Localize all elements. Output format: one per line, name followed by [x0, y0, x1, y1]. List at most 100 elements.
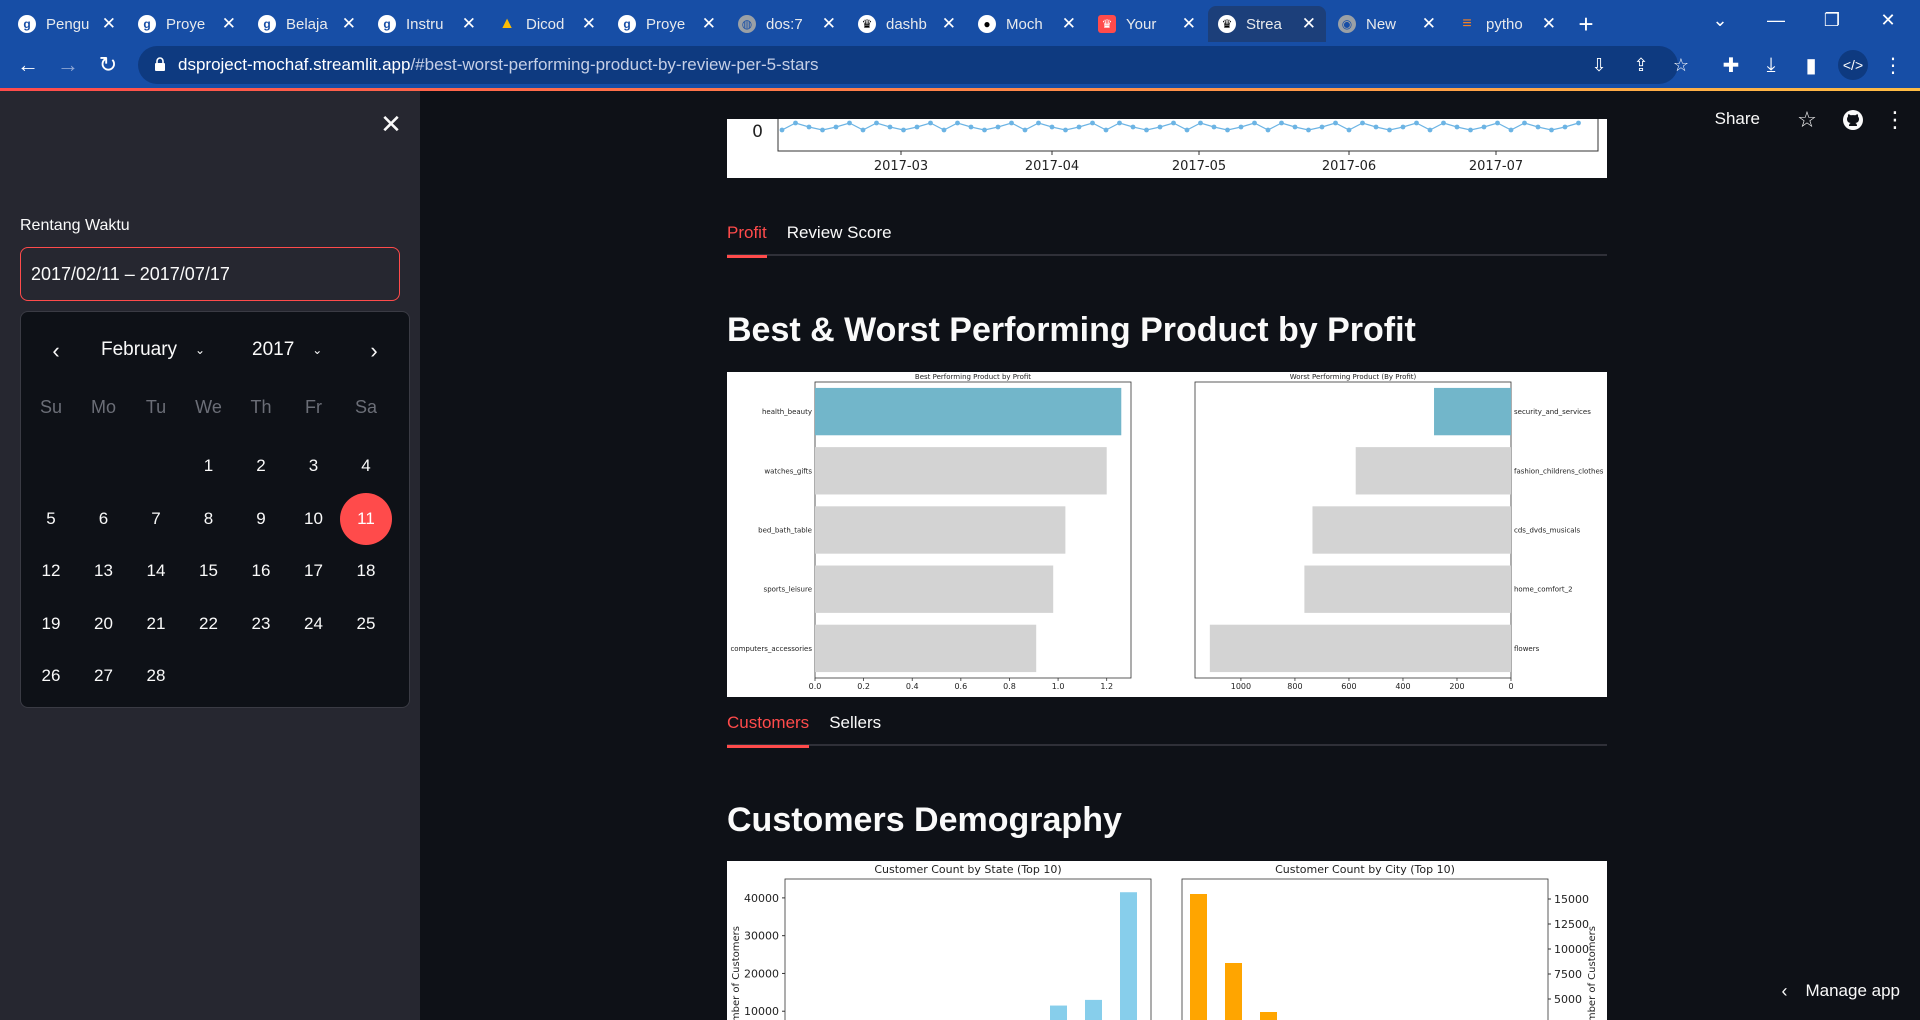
tab-close-icon[interactable]: ✕ — [942, 14, 956, 34]
browser-tab[interactable]: ♛ Your ✕ — [1088, 6, 1206, 42]
calendar-day[interactable]: 2 — [235, 440, 287, 492]
browser-menu-icon[interactable]: ⋮ — [1878, 50, 1908, 80]
calendar-day-selected[interactable]: 11 — [340, 492, 392, 545]
x-tick-label: 400 — [1395, 682, 1410, 691]
back-icon[interactable]: ← — [8, 45, 48, 85]
tab-search-icon[interactable]: ⌄ — [1692, 0, 1748, 40]
close-sidebar-icon[interactable]: ✕ — [376, 109, 406, 139]
calendar-day[interactable]: 25 — [340, 598, 392, 650]
browser-tab[interactable]: ◉ New ✕ — [1328, 6, 1446, 42]
tab-close-icon[interactable]: ✕ — [822, 14, 836, 34]
github-icon[interactable] — [1838, 105, 1868, 135]
browser-tab[interactable]: g Proye ✕ — [128, 6, 246, 42]
calendar-day[interactable]: 14 — [130, 545, 182, 597]
browser-tab[interactable]: ◍ dos:7 ✕ — [728, 6, 846, 42]
tab-close-icon[interactable]: ✕ — [1422, 14, 1436, 34]
browser-tab[interactable]: g Instru ✕ — [368, 6, 486, 42]
minimize-icon[interactable]: — — [1748, 0, 1804, 40]
plot-frame — [777, 116, 1599, 152]
year-select[interactable]: 2017 ⌄ — [252, 332, 322, 368]
series-point — [1022, 127, 1028, 133]
x-tick-label: 2017-07 — [1469, 159, 1523, 174]
app-menu-icon[interactable]: ⋮ — [1880, 105, 1910, 135]
series-point — [1184, 127, 1190, 133]
extensions-icon[interactable]: ✚ — [1716, 50, 1746, 80]
series-point — [901, 127, 906, 133]
calendar-day[interactable]: 21 — [130, 598, 182, 650]
calendar-day[interactable]: 9 — [235, 493, 287, 545]
calendar-day[interactable]: 24 — [288, 598, 340, 650]
restore-icon[interactable]: ❐ — [1804, 0, 1860, 40]
tab-close-icon[interactable]: ✕ — [1062, 14, 1076, 34]
devtools-icon[interactable]: </> — [1838, 50, 1868, 80]
browser-tab[interactable]: g Pengu ✕ — [8, 6, 126, 42]
window-close-icon[interactable]: ✕ — [1860, 0, 1916, 40]
install-app-icon[interactable]: ⇩ — [1588, 54, 1610, 76]
calendar-day[interactable]: 10 — [288, 493, 340, 545]
calendar-day[interactable]: 3 — [288, 440, 340, 492]
share-button[interactable]: Share — [1715, 109, 1760, 129]
calendar-day[interactable]: 13 — [78, 545, 130, 597]
tab-close-icon[interactable]: ✕ — [102, 14, 116, 34]
month-label: February — [101, 339, 178, 360]
forward-icon[interactable]: → — [48, 45, 88, 85]
month-select[interactable]: February ⌄ — [101, 332, 205, 368]
side-panel-icon[interactable]: ▮ — [1796, 50, 1826, 80]
calendar-day[interactable]: 27 — [78, 650, 130, 702]
calendar-day[interactable]: 4 — [340, 440, 392, 492]
series-point — [1481, 124, 1487, 130]
tab-customers[interactable]: Customers — [727, 700, 810, 748]
browser-tab[interactable]: ▲ Dicod ✕ — [488, 6, 606, 42]
calendar-day[interactable]: 6 — [78, 493, 130, 545]
series-point — [1279, 120, 1284, 126]
calendar-day[interactable]: 8 — [183, 493, 235, 545]
manage-app-button[interactable]: ‹ Manage app — [1781, 976, 1900, 1006]
calendar-day[interactable]: 12 — [25, 545, 77, 597]
url-field[interactable]: dsproject-mochaf.streamlit.app/#best-wor… — [138, 46, 1678, 84]
calendar-day[interactable]: 26 — [25, 650, 77, 702]
calendar-day[interactable]: 15 — [183, 545, 235, 597]
tab-profit[interactable]: Profit — [727, 210, 767, 258]
downloads-icon[interactable]: ⤓ — [1756, 50, 1786, 80]
browser-tab[interactable]: g Belaja ✕ — [248, 6, 366, 42]
tab-review-score[interactable]: Review Score — [787, 210, 892, 256]
y-tick-label: 40000 — [744, 892, 779, 905]
share-page-icon[interactable]: ⇪ — [1630, 54, 1652, 76]
star-icon[interactable]: ☆ — [1792, 105, 1822, 135]
browser-tab[interactable]: ♛ Strea ✕ — [1208, 6, 1326, 42]
calendar-day[interactable]: 22 — [183, 598, 235, 650]
tab-sellers[interactable]: Sellers — [829, 700, 881, 746]
tab-close-icon[interactable]: ✕ — [222, 14, 236, 34]
calendar-day[interactable]: 18 — [340, 545, 392, 597]
tab-close-icon[interactable]: ✕ — [1302, 14, 1316, 34]
manage-app-label: Manage app — [1805, 981, 1900, 1000]
calendar-day[interactable]: 23 — [235, 598, 287, 650]
tab-close-icon[interactable]: ✕ — [582, 14, 596, 34]
calendar-day[interactable]: 20 — [78, 598, 130, 650]
prev-month-icon[interactable]: ‹ — [41, 336, 71, 366]
browser-tab[interactable]: g Proye ✕ — [608, 6, 726, 42]
new-tab-icon[interactable]: + — [1568, 6, 1604, 42]
reload-icon[interactable]: ↻ — [88, 45, 128, 85]
calendar-day[interactable]: 17 — [288, 545, 340, 597]
tab-close-icon[interactable]: ✕ — [462, 14, 476, 34]
tab-close-icon[interactable]: ✕ — [342, 14, 356, 34]
weekday-label: Tu — [145, 397, 167, 417]
calendar-day[interactable]: 19 — [25, 598, 77, 650]
calendar-day[interactable]: 28 — [130, 650, 182, 702]
tab-close-icon[interactable]: ✕ — [702, 14, 716, 34]
calendar-day[interactable]: 7 — [130, 493, 182, 545]
browser-tab[interactable]: ≡ pytho ✕ — [1448, 6, 1566, 42]
calendar-day[interactable]: 5 — [25, 493, 77, 545]
next-month-icon[interactable]: › — [359, 336, 389, 366]
calendar-day[interactable]: 16 — [235, 545, 287, 597]
bookmark-star-icon[interactable]: ☆ — [1670, 54, 1692, 76]
browser-tab[interactable]: ♛ dashb ✕ — [848, 6, 966, 42]
series-point — [1157, 124, 1163, 130]
tab-close-icon[interactable]: ✕ — [1542, 14, 1556, 34]
date-range-input[interactable]: 2017/02/11 – 2017/07/17 — [20, 247, 400, 301]
calendar-day[interactable]: 1 — [183, 440, 235, 492]
tab-close-icon[interactable]: ✕ — [1182, 14, 1196, 34]
y-tick-label: 30000 — [744, 930, 779, 943]
browser-tab[interactable]: ● Moch ✕ — [968, 6, 1086, 42]
